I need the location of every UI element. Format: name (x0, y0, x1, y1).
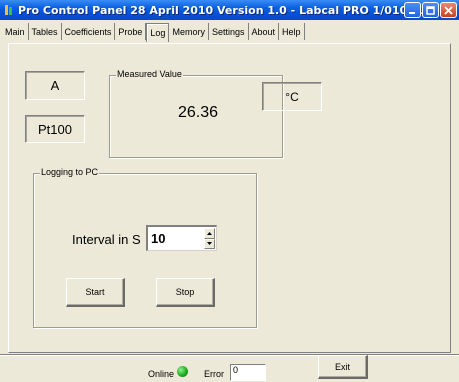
app-icon (5, 5, 12, 15)
measured-value: 26.36 (177, 104, 219, 121)
measured-value-group: Measured Value 26.36 (109, 69, 283, 158)
online-label: Online (148, 369, 175, 379)
arrow-up-icon (207, 231, 212, 235)
close-button[interactable] (440, 2, 457, 18)
log-panel: A Pt100 Measured Value 26.36 °C Logging … (8, 43, 451, 353)
start-button[interactable]: Start (66, 278, 125, 307)
error-label: Error (204, 369, 224, 379)
maximize-button[interactable] (422, 2, 439, 18)
stop-button[interactable]: Stop (156, 278, 215, 307)
logging-group-label: Logging to PC (40, 167, 100, 177)
interval-down-button[interactable] (204, 238, 215, 249)
tab-about[interactable]: About (249, 23, 280, 40)
tab-help[interactable]: Help (279, 23, 305, 40)
tab-memory[interactable]: Memory (169, 23, 209, 40)
mode-display: A (25, 71, 85, 100)
tab-tables[interactable]: Tables (29, 23, 62, 40)
close-icon (444, 5, 453, 15)
interval-label: Interval in S (72, 232, 141, 247)
tab-main[interactable]: Main (2, 23, 29, 40)
interval-input[interactable]: 10 (146, 225, 217, 251)
tab-bar: Main Tables Coefficients Probe Log Memor… (0, 20, 459, 42)
minimize-button[interactable] (404, 2, 421, 18)
window-title: Pro Control Panel 28 April 2010 Version … (18, 3, 423, 17)
exit-button[interactable]: Exit (318, 355, 368, 379)
online-indicator-icon (177, 366, 188, 377)
tab-coefficients[interactable]: Coefficients (62, 23, 116, 40)
interval-value: 10 (151, 231, 166, 246)
window-controls (404, 2, 457, 18)
measured-value-label: Measured Value (116, 69, 183, 79)
title-bar: Pro Control Panel 28 April 2010 Version … (0, 0, 459, 20)
probe-type-display: Pt100 (25, 115, 85, 143)
tab-log[interactable]: Log (146, 23, 170, 42)
tab-settings[interactable]: Settings (209, 23, 249, 40)
status-bar: Online Error 0 Exit (0, 354, 459, 382)
interval-up-button[interactable] (204, 228, 215, 239)
maximize-icon (426, 5, 435, 15)
minimize-icon (409, 11, 415, 14)
interval-stepper[interactable] (204, 228, 215, 249)
arrow-down-icon (207, 242, 212, 246)
tab-probe[interactable]: Probe (115, 23, 147, 40)
logging-group: Logging to PC Interval in S 10 Start Sto… (33, 167, 257, 328)
error-field: 0 (230, 364, 266, 381)
unit-display: °C (262, 82, 322, 111)
